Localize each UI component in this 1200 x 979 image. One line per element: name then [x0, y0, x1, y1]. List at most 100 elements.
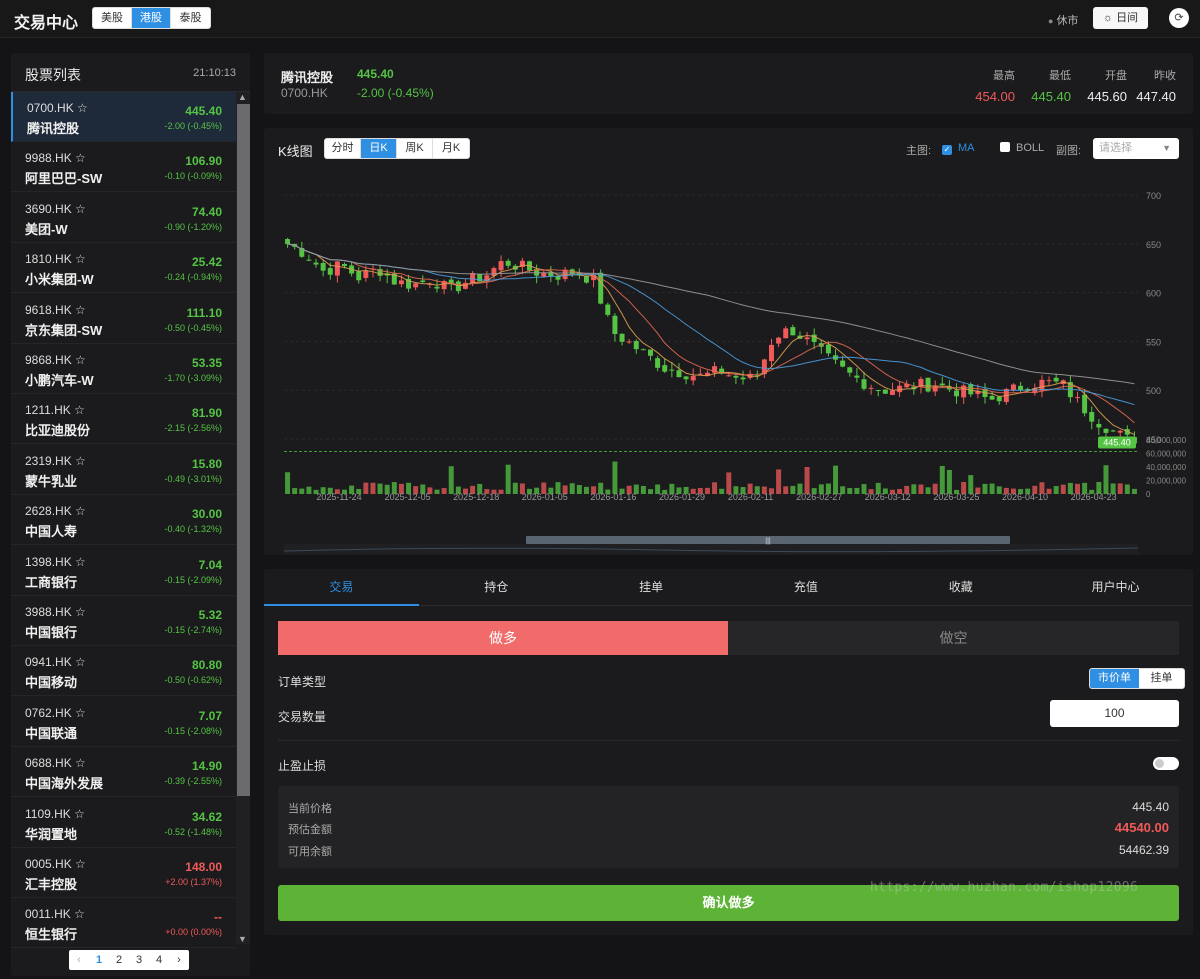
stock-list-title: 股票列表 — [25, 67, 81, 83]
quantity-input[interactable]: 100 — [1050, 700, 1179, 727]
stock-list-header: 股票列表 21:10:13 — [11, 53, 250, 92]
stock-row[interactable]: 0941.HK ☆ 中国移动 80.80 -0.50 (-0.62%) — [11, 646, 236, 697]
candle-body — [619, 333, 625, 342]
candle-body — [697, 373, 703, 375]
stock-row[interactable]: 3988.HK ☆ 中国银行 5.32 -0.15 (-2.74%) — [11, 596, 236, 646]
scroll-down-icon[interactable]: ▼ — [238, 934, 247, 944]
volume-bar — [719, 488, 725, 494]
volume-tick-label: 20,000,000 — [1146, 477, 1187, 486]
stock-name: 华润置地 — [25, 826, 78, 842]
sun-icon: ☼ — [1102, 12, 1117, 24]
stock-row[interactable]: 2319.HK ☆ 蒙牛乳业 15.80 -0.49 (-3.01%) — [11, 445, 236, 495]
stock-row[interactable]: 1398.HK ☆ 工商银行 7.04 -0.15 (-2.09%) — [11, 546, 236, 596]
page-3[interactable]: 3 — [129, 950, 149, 970]
stock-row[interactable]: 9868.HK ☆ 小鹏汽车-W 53.35 -1.70 (-3.09%) — [11, 344, 236, 394]
candle-body — [868, 387, 874, 389]
stock-code: 2628.HK ☆ — [25, 504, 86, 519]
ma-checkbox-icon[interactable]: ✓ — [942, 145, 952, 155]
scrollbar-thumb[interactable] — [237, 104, 250, 796]
toggle-knob — [1155, 759, 1164, 768]
stock-row[interactable]: 0011.HK ☆ 恒生银行 -- +0.00 (0.00%) — [11, 898, 236, 949]
page-4[interactable]: 4 — [149, 950, 169, 970]
price-tick-label: 650 — [1146, 240, 1161, 250]
refresh-icon[interactable]: ⟳ — [1169, 8, 1189, 28]
stock-change: -2.15 (-2.56%) — [164, 423, 222, 434]
tab-user-center[interactable]: 用户中心 — [1038, 569, 1193, 605]
volume-bar — [833, 465, 839, 494]
candle-body — [327, 268, 333, 275]
period-tabs: 分时 日K 周K 月K — [324, 138, 470, 159]
boll-option[interactable]: BOLL — [1000, 142, 1044, 154]
candle-body — [342, 264, 347, 267]
stock-row[interactable]: 9988.HK ☆ 阿里巴巴-SW 106.90 -0.10 (-0.09%) — [11, 142, 236, 193]
quote-prev-close: 昨收 447.40 — [1136, 67, 1176, 104]
page-1[interactable]: 1 — [89, 950, 109, 970]
ma-line-20 — [287, 243, 1135, 406]
candle-body — [285, 239, 291, 244]
stock-row[interactable]: 1810.HK ☆ 小米集团-W 25.42 -0.24 (-0.94%) — [11, 243, 236, 294]
quote-name: 腾讯控股 — [281, 70, 334, 85]
volume-tick-label: 0 — [1146, 490, 1151, 499]
status-dot-icon: ● — [1048, 16, 1054, 26]
date-tick-label: 2025-11-24 — [316, 492, 361, 502]
tab-orders[interactable]: 挂单 — [574, 569, 729, 605]
sub-chart-select[interactable]: 请选择 ▼ — [1093, 138, 1179, 159]
tab-favorites[interactable]: 收藏 — [883, 569, 1038, 605]
stock-row[interactable]: 1109.HK ☆ 华润置地 34.62 -0.52 (-1.48%) — [11, 798, 236, 848]
stock-row[interactable]: 0005.HK ☆ 汇丰控股 148.00 +2.00 (1.37%) — [11, 848, 236, 898]
period-tab-month[interactable]: 月K — [433, 139, 469, 158]
long-button[interactable]: 做多 — [278, 621, 728, 655]
candle-body — [825, 344, 831, 354]
market-tab-us[interactable]: 美股 — [93, 8, 132, 28]
tab-deposit[interactable]: 充值 — [728, 569, 883, 605]
scroll-up-icon[interactable]: ▲ — [238, 92, 247, 102]
stock-row[interactable]: 9618.HK ☆ 京东集团-SW 111.10 -0.50 (-0.45%) — [11, 294, 236, 344]
page-2[interactable]: 2 — [109, 950, 129, 970]
candle-body — [505, 260, 511, 266]
boll-checkbox-icon[interactable] — [1000, 142, 1010, 152]
stock-code: 1211.HK ☆ — [25, 403, 85, 418]
day-mode-button[interactable]: ☼ 日间 — [1093, 7, 1148, 29]
order-type-limit[interactable]: 挂单 — [1139, 669, 1184, 688]
ma-option[interactable]: ✓ MA — [942, 142, 975, 155]
period-tab-intraday[interactable]: 分时 — [325, 139, 361, 158]
sub-chart-placeholder: 请选择 — [1099, 142, 1132, 154]
page-next-icon[interactable]: › — [169, 950, 189, 970]
divider — [278, 740, 1179, 741]
stock-name: 腾讯控股 — [27, 121, 80, 136]
candle-body — [733, 375, 739, 378]
order-type-market[interactable]: 市价单 — [1090, 669, 1139, 688]
order-type-label: 订单类型 — [278, 675, 327, 689]
tab-positions[interactable]: 持仓 — [419, 569, 574, 605]
candle-body — [306, 259, 312, 261]
stock-row[interactable]: 0688.HK ☆ 中国海外发展 14.90 -0.39 (-2.55%) — [11, 747, 236, 798]
market-tab-th[interactable]: 泰股 — [171, 8, 210, 28]
stock-row[interactable]: 0762.HK ☆ 中国联通 7.07 -0.15 (-2.08%) — [11, 697, 236, 747]
kline-chart[interactable]: 70065060055050045080,000,00060,000,00040… — [264, 168, 1193, 555]
qty-label: 交易数量 — [278, 710, 327, 724]
order-summary: 当前价格 445.40 预估金额 44540.00 可用余额 54462.39 — [278, 786, 1179, 868]
stock-row[interactable]: 2628.HK ☆ 中国人寿 30.00 -0.40 (-1.32%) — [11, 495, 236, 546]
stock-change: +2.00 (1.37%) — [165, 877, 222, 887]
tp-sl-toggle[interactable] — [1153, 757, 1179, 770]
quote-code: 0700.HK — [281, 86, 328, 100]
watermark: https://www.huzhan.com/ishop12096 — [870, 880, 1139, 895]
stock-name: 中国银行 — [25, 625, 78, 640]
stock-row[interactable]: 1211.HK ☆ 比亚迪股份 81.90 -2.15 (-2.56%) — [11, 394, 236, 445]
stock-row[interactable]: 3690.HK ☆ 美团-W 74.40 -0.90 (-1.20%) — [11, 193, 236, 243]
stock-row[interactable]: 0700.HK ☆ 腾讯控股 445.40 -2.00 (-0.45%) — [11, 92, 236, 142]
stock-code: 1810.HK ☆ — [25, 252, 86, 267]
market-tab-hk[interactable]: 港股 — [132, 8, 171, 28]
stock-list-scrollbar[interactable]: ▲ ▼ — [236, 92, 250, 944]
short-button[interactable]: 做空 — [728, 621, 1179, 655]
stock-code: 0005.HK ☆ — [25, 857, 86, 871]
candle-body — [455, 281, 461, 292]
period-tab-week[interactable]: 周K — [397, 139, 433, 158]
volume-bar — [1060, 484, 1066, 494]
page-prev-icon[interactable]: ‹ — [69, 950, 89, 970]
candle-body — [356, 271, 362, 281]
tab-trade[interactable]: 交易 — [264, 569, 419, 606]
stock-name: 恒生银行 — [25, 927, 78, 943]
period-tab-day[interactable]: 日K — [361, 139, 397, 158]
stock-code: 9988.HK ☆ — [25, 151, 86, 166]
